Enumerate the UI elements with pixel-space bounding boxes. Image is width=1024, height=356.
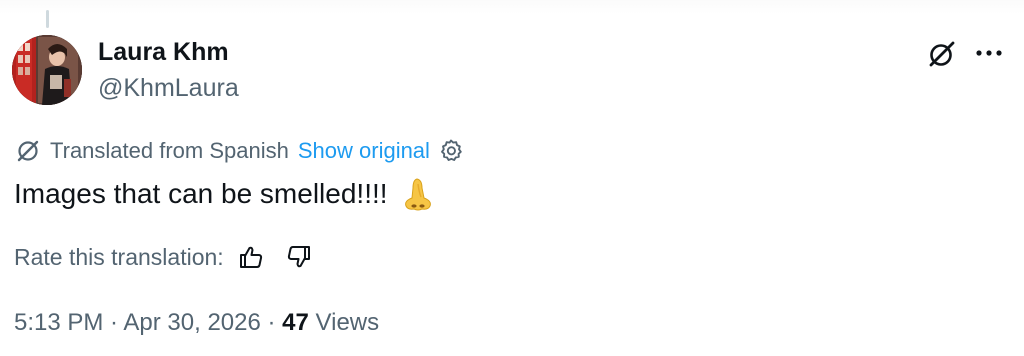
more-options-button[interactable] [970, 38, 1008, 68]
tweet-metadata: 5:13 PM · Apr 30, 2026 · 47 Views [14, 309, 379, 337]
translate-icon [14, 137, 42, 165]
thumbs-down-icon [287, 246, 310, 268]
tweet-date[interactable]: Apr 30, 2026 [123, 309, 260, 336]
views-label[interactable]: Views [309, 309, 380, 336]
tweet-detail: Laura Khm @KhmLaura Translated from Span… [0, 0, 1024, 356]
nose-emoji-icon [400, 176, 436, 212]
show-original-link[interactable]: Show original [298, 138, 430, 164]
translated-from-label: Translated from Spanish [50, 138, 289, 163]
thumbs-up-icon [239, 246, 262, 268]
top-strip [0, 0, 1024, 14]
avatar[interactable] [12, 35, 82, 105]
grok-slash-circle-icon [929, 41, 955, 67]
tweet-text-content: Images that can be smelled!!!! [14, 178, 388, 209]
rate-translation-label: Rate this translation: [14, 243, 224, 270]
thread-connector-line [46, 10, 49, 28]
thumbs-down-button[interactable] [284, 242, 314, 272]
thumbs-up-button[interactable] [236, 242, 266, 272]
tweet-text: Images that can be smelled!!!! [14, 176, 436, 212]
user-handle[interactable]: @KhmLaura [98, 74, 239, 103]
meta-separator: · [103, 309, 124, 336]
avatar-photo-icon [12, 35, 82, 105]
grok-button[interactable] [924, 36, 960, 72]
translation-notice: Translated from Spanish Show original [14, 137, 464, 165]
meta-separator: · [260, 309, 283, 336]
ellipsis-icon [976, 50, 1002, 56]
gear-icon[interactable] [438, 138, 464, 164]
tweet-time[interactable]: 5:13 PM [14, 309, 103, 336]
views-count[interactable]: 47 [282, 309, 309, 336]
rate-translation-row: Rate this translation: [14, 242, 314, 272]
display-name[interactable]: Laura Khm [98, 38, 229, 67]
